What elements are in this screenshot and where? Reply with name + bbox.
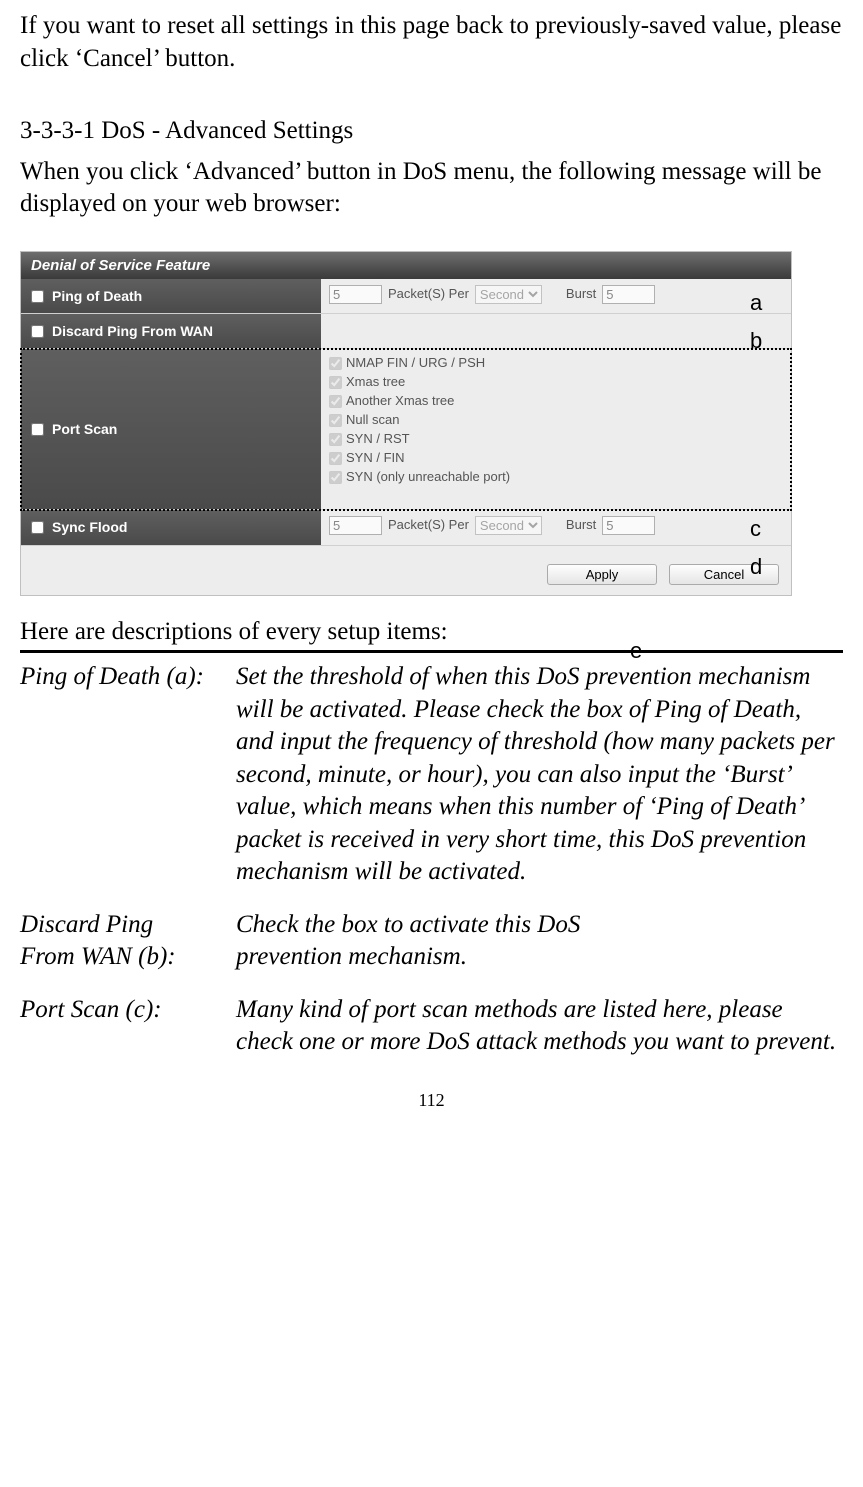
port-scan-method-checkbox[interactable]: [329, 395, 342, 408]
desc-right: Check the box to activate this DoS preve…: [236, 909, 843, 974]
port-scan-method-checkbox[interactable]: [329, 471, 342, 484]
port-scan-method-checkbox[interactable]: [329, 414, 342, 427]
desc-row-discard-ping: Discard Ping From WAN (b): Check the box…: [20, 909, 843, 974]
port-scan-method: SYN (only unreachable port): [329, 469, 510, 486]
section-heading: 3-3-3-1 DoS - Advanced Settings: [20, 115, 843, 148]
port-scan-method-checkbox[interactable]: [329, 433, 342, 446]
sync-flood-packets-input[interactable]: [329, 516, 382, 535]
port-scan-method: Another Xmas tree: [329, 393, 454, 410]
ping-of-death-label: Ping of Death: [52, 287, 142, 305]
port-scan-left: Port Scan: [21, 349, 321, 509]
discard-ping-checkbox[interactable]: [31, 325, 44, 338]
callout-b: b: [750, 327, 762, 356]
desc-right: Many kind of port scan methods are liste…: [236, 994, 843, 1059]
callout-e: e: [630, 637, 642, 666]
sync-flood-packets-label: Packet(S) Per: [388, 517, 469, 534]
port-scan-method-checkbox[interactable]: [329, 376, 342, 389]
dos-panel-title: Denial of Service Feature: [21, 252, 791, 280]
dos-panel: Denial of Service Feature Ping of Death …: [20, 251, 792, 596]
callout-a: a: [750, 289, 762, 318]
discard-ping-controls: [321, 314, 791, 326]
sync-flood-burst-input[interactable]: [602, 516, 655, 535]
port-scan-method: SYN / FIN: [329, 450, 405, 467]
ping-of-death-unit-select[interactable]: Second: [475, 285, 542, 304]
page-number: 112: [20, 1089, 843, 1112]
port-scan-methods: NMAP FIN / URG / PSH Xmas tree Another X…: [321, 349, 791, 491]
intro-paragraph: If you want to reset all settings in thi…: [20, 10, 843, 75]
sync-flood-unit-select[interactable]: Second: [475, 516, 542, 535]
desc-left: Ping of Death (a):: [20, 661, 236, 889]
descriptions-table: Ping of Death (a): Set the threshold of …: [20, 661, 843, 1059]
dos-screenshot: Denial of Service Feature Ping of Death …: [20, 251, 843, 596]
ping-of-death-checkbox[interactable]: [31, 290, 44, 303]
sync-flood-checkbox[interactable]: [31, 521, 44, 534]
port-scan-method-checkbox[interactable]: [329, 357, 342, 370]
descriptions-intro: Here are descriptions of every setup ite…: [20, 616, 843, 654]
port-scan-checkbox[interactable]: [31, 423, 44, 436]
ping-of-death-burst-input[interactable]: [602, 285, 655, 304]
port-scan-row: Port Scan NMAP FIN / URG / PSH Xmas tree…: [21, 349, 791, 510]
cancel-button[interactable]: Cancel: [669, 564, 779, 585]
callout-c: c: [750, 515, 761, 544]
section-paragraph: When you click ‘Advanced’ button in DoS …: [20, 156, 843, 221]
port-scan-label: Port Scan: [52, 420, 117, 438]
ping-of-death-burst-label: Burst: [566, 286, 596, 303]
sync-flood-burst-label: Burst: [566, 517, 596, 534]
sync-flood-row: Sync Flood Packet(S) Per Second Burst: [21, 510, 791, 545]
desc-left: Port Scan (c):: [20, 994, 236, 1059]
port-scan-method: NMAP FIN / URG / PSH: [329, 355, 485, 372]
ping-of-death-row: Ping of Death Packet(S) Per Second Burst: [21, 279, 791, 314]
desc-right: Set the threshold of when this DoS preve…: [236, 661, 843, 889]
ping-of-death-controls: Packet(S) Per Second Burst: [321, 279, 791, 310]
sync-flood-label: Sync Flood: [52, 518, 127, 536]
ping-of-death-packets-label: Packet(S) Per: [388, 286, 469, 303]
port-scan-method: SYN / RST: [329, 431, 410, 448]
discard-ping-left: Discard Ping From WAN: [21, 314, 321, 348]
discard-ping-label: Discard Ping From WAN: [52, 322, 213, 340]
dos-buttons: Apply Cancel: [21, 546, 791, 595]
ping-of-death-packets-input[interactable]: [329, 285, 382, 304]
port-scan-method: Xmas tree: [329, 374, 405, 391]
port-scan-method-checkbox[interactable]: [329, 452, 342, 465]
sync-flood-controls: Packet(S) Per Second Burst: [321, 510, 791, 541]
desc-row-port-scan: Port Scan (c): Many kind of port scan me…: [20, 994, 843, 1059]
sync-flood-left: Sync Flood: [21, 510, 321, 544]
ping-of-death-left: Ping of Death: [21, 279, 321, 313]
callout-d: d: [750, 553, 762, 582]
port-scan-method: Null scan: [329, 412, 399, 429]
desc-row-ping-of-death: Ping of Death (a): Set the threshold of …: [20, 661, 843, 889]
apply-button[interactable]: Apply: [547, 564, 657, 585]
desc-left: Discard Ping From WAN (b):: [20, 909, 236, 974]
discard-ping-row: Discard Ping From WAN: [21, 314, 791, 349]
